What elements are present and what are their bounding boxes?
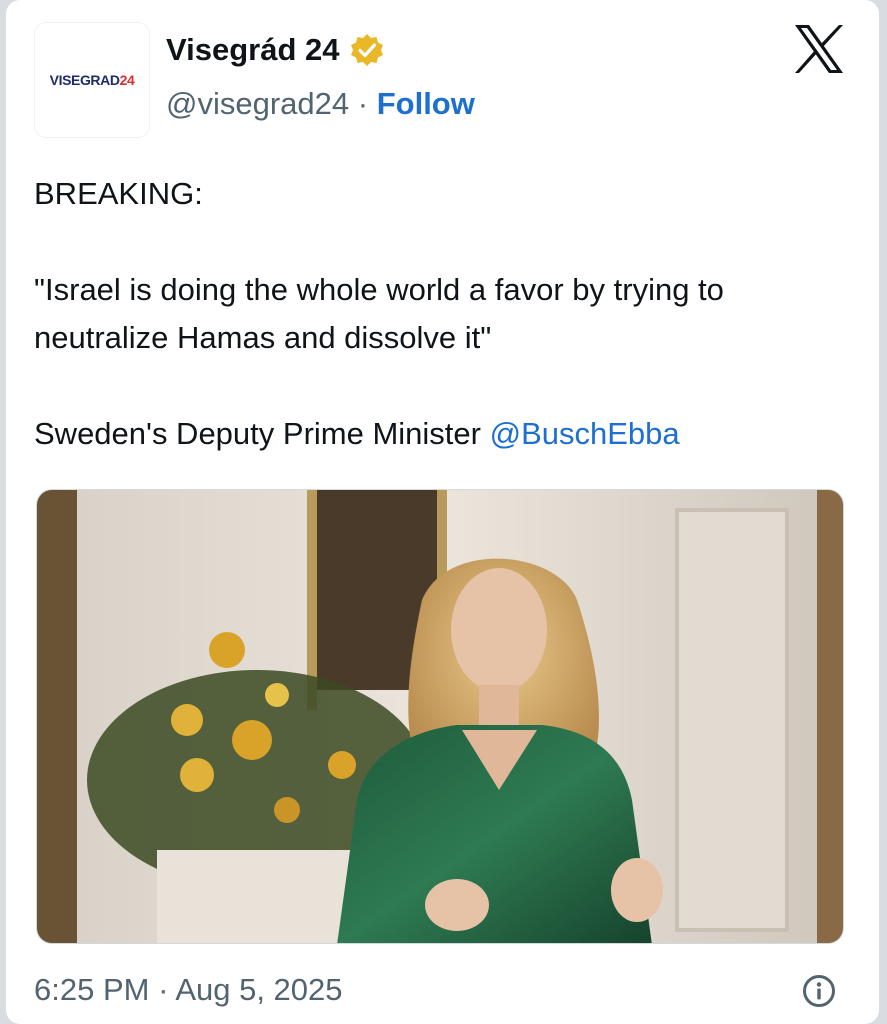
author-handle[interactable]: @visegrad24 (166, 86, 349, 121)
follow-button[interactable]: Follow (377, 86, 475, 121)
avatar[interactable]: VISEGRAD24 (34, 22, 150, 138)
verified-badge-icon (349, 32, 385, 68)
mention-link[interactable]: @BuschEbba (490, 416, 680, 451)
post-date[interactable]: Aug 5, 2025 (175, 972, 342, 1007)
tweet-photo[interactable] (36, 489, 844, 944)
info-icon[interactable] (801, 973, 837, 1009)
avatar-logo: VISEGRAD24 (49, 72, 135, 88)
tweet-line-quote: "Israel is doing the whole world a favor… (34, 272, 724, 355)
timestamp-row: 6:25 PM · Aug 5, 2025 (34, 968, 343, 1012)
handle-row: @visegrad24 · Follow (166, 84, 475, 124)
timestamp-separator: · (158, 972, 169, 1007)
author-name-row[interactable]: Visegrád 24 (166, 30, 385, 70)
tweet-line-breaking: BREAKING: (34, 176, 203, 211)
handle-separator: · (357, 86, 369, 121)
tweet-line-attribution: Sweden's Deputy Prime Minister @BuschEbb… (34, 416, 680, 451)
tweet-card: VISEGRAD24 Visegrád 24 @visegrad24 · Fol… (6, 0, 879, 1024)
tweet-text: BREAKING: "Israel is doing the whole wor… (34, 170, 854, 458)
x-logo-icon[interactable] (792, 22, 846, 76)
display-name[interactable]: Visegrád 24 (166, 30, 339, 70)
post-time[interactable]: 6:25 PM (34, 972, 149, 1007)
